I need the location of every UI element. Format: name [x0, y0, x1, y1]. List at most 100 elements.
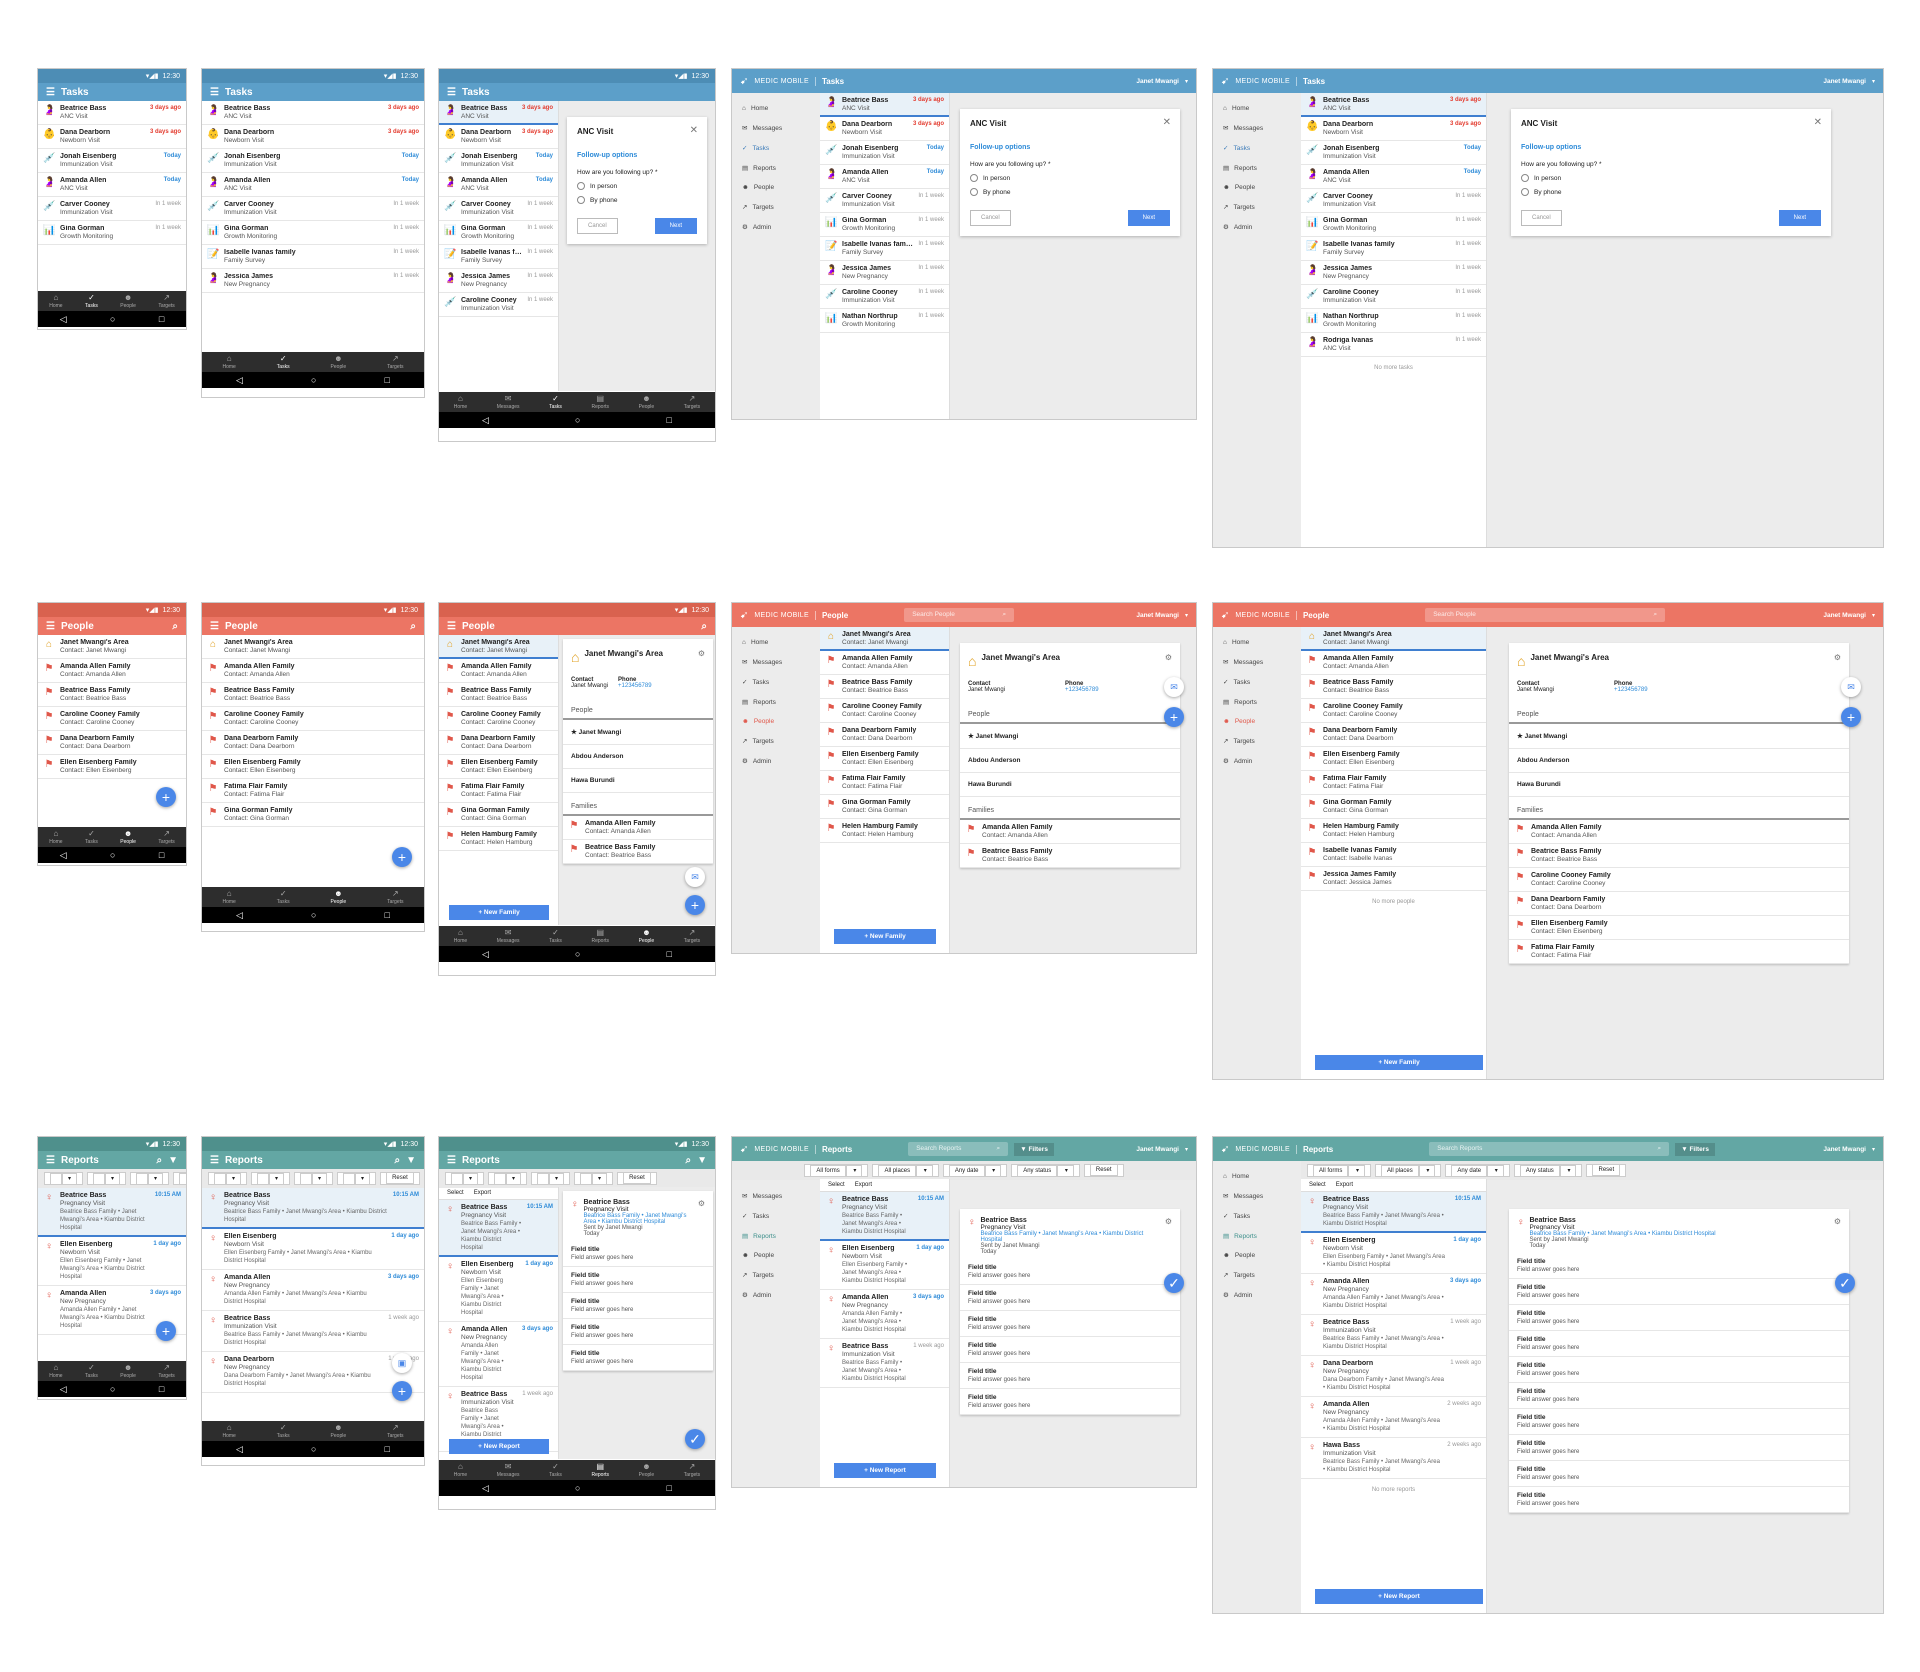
person-item[interactable]: Abdou Anderson — [563, 745, 713, 769]
filter-icon[interactable]: ▼ — [406, 1155, 416, 1166]
task-row[interactable]: 👶 Dana Dearborn Newborn Visit 3 days ago — [1301, 117, 1486, 141]
search-input[interactable]: Search Reports ⌕ — [1429, 1142, 1670, 1156]
report-row[interactable]: ♀ Beatrice Bass Pregnancy Visit Beatrice Ba… — [439, 1200, 558, 1257]
close-icon[interactable]: ✕ — [1163, 117, 1171, 128]
task-row[interactable]: 🤰 Jessica James New Pregnancy In 1 week — [820, 261, 949, 285]
recent-apps-icon[interactable]: □ — [667, 949, 672, 959]
export-button[interactable]: Export — [855, 1182, 872, 1188]
side-nav-targets[interactable]: ↗ Targets — [732, 197, 820, 217]
filter-forms[interactable]: ▾ — [208, 1172, 248, 1185]
task-row[interactable]: 💉 Carver Cooney Immunization Visit In 1 wee… — [1301, 189, 1486, 213]
nav-tab-home[interactable]: ⌂ Home — [49, 829, 62, 845]
task-row[interactable]: 🤰 Beatrice Bass ANC Visit 3 days ago — [38, 101, 186, 125]
family-row[interactable]: ⚑ Amanda Allen Family Contact: Amanda Alle… — [439, 659, 558, 683]
task-row[interactable]: 💉 Jonah Eisenberg Immunization Visit Today — [202, 149, 424, 173]
task-row[interactable]: 💉 Jonah Eisenberg Immunization Visit Today — [820, 141, 949, 165]
search-icon[interactable]: ⌕ — [1654, 611, 1658, 619]
family-row[interactable]: ⚑ Ellen Eisenberg Family Contact: Ellen Ei… — [820, 747, 949, 771]
filter-forms[interactable]: All forms ▾ — [1307, 1164, 1372, 1177]
user-menu[interactable]: Janet Mwangi — [1823, 78, 1866, 85]
family-row[interactable]: ⚑ Caroline Cooney Family Contact: Caroline… — [820, 699, 949, 723]
filter-date[interactable]: Any date ▾ — [1445, 1164, 1510, 1177]
family-row[interactable]: ⚑ Ellen Eisenberg Family Contact: Ellen Ei… — [202, 755, 424, 779]
recent-apps-icon[interactable]: □ — [667, 415, 672, 425]
side-nav-messages[interactable]: ✉ Messages — [1213, 1186, 1301, 1206]
task-row[interactable]: 💉 Caroline Cooney Immunization Visit In 1 w… — [1301, 285, 1486, 309]
task-row[interactable]: 🤰 Rodriga Ivanas ANC Visit In 1 week — [1301, 333, 1486, 357]
report-row[interactable]: ♀ Ellen Eisenberg Newborn Visit Ellen Eisen… — [38, 1237, 186, 1286]
family-row[interactable]: ⚑ Dana Dearborn Family Contact: Dana Dearb… — [820, 723, 949, 747]
family-row[interactable]: ⚑ Dana Dearborn Family Contact: Dana Dearb… — [1301, 723, 1486, 747]
nav-tab-tasks[interactable]: ✓ Tasks — [277, 889, 290, 905]
in-person-radio[interactable]: In person — [960, 168, 1180, 182]
cancel-button[interactable]: Cancel — [970, 210, 1011, 226]
filter-places[interactable]: ▾ — [87, 1172, 127, 1185]
task-row[interactable]: 📊 Gina Gorman Growth Monitoring In 1 week — [202, 221, 424, 245]
search-icon[interactable]: ⌕ — [685, 1155, 691, 1166]
side-nav-tasks[interactable]: ✓ Tasks — [1213, 138, 1301, 158]
home-circle-icon[interactable]: ○ — [575, 1483, 580, 1493]
task-row[interactable]: 👶 Dana Dearborn Newborn Visit 3 days ago — [439, 125, 558, 149]
message-icon[interactable]: ✉ — [1164, 677, 1184, 697]
search-input[interactable]: Search Reports ⌕ — [908, 1142, 1009, 1156]
new-family-button[interactable]: + New Family — [449, 905, 549, 920]
by-phone-radio[interactable]: By phone — [960, 182, 1180, 196]
task-row[interactable]: 💉 Jonah Eisenberg Immunization Visit Today — [1301, 141, 1486, 165]
family-row[interactable]: ⚑ Amanda Allen Family Contact: Amanda Alle… — [38, 659, 186, 683]
side-nav-reports[interactable]: ▤ Reports — [1213, 1226, 1301, 1246]
home-circle-icon[interactable]: ○ — [311, 910, 316, 920]
person-item[interactable]: ★ Janet Mwangi — [563, 720, 713, 745]
add-icon[interactable]: + — [685, 895, 705, 915]
side-nav-messages[interactable]: ✉ Messages — [732, 1186, 820, 1206]
gear-icon[interactable]: ⚙ — [1834, 1217, 1841, 1249]
user-menu[interactable]: Janet Mwangi — [1823, 1146, 1866, 1153]
family-row[interactable]: ⚑ Beatrice Bass Family Contact: Beatrice B… — [1301, 675, 1486, 699]
task-row[interactable]: 👶 Dana Dearborn Newborn Visit 3 days ago — [202, 125, 424, 149]
cancel-button[interactable]: Cancel — [1521, 210, 1562, 226]
search-icon[interactable]: ⌕ — [172, 621, 178, 632]
menu-icon[interactable]: ☰ — [46, 1155, 55, 1166]
home-circle-icon[interactable]: ○ — [575, 415, 580, 425]
family-row[interactable]: ⌂ Janet Mwangi's Area Contact: Janet Mwang… — [202, 635, 424, 659]
reset-button[interactable]: Reset — [1083, 1164, 1124, 1177]
filter-status[interactable]: ▾ — [173, 1172, 186, 1185]
nav-tab-home[interactable]: ⌂ Home — [454, 1462, 467, 1478]
family-row[interactable]: ⚑ Beatrice Bass Family Contact: Beatrice B… — [439, 683, 558, 707]
radio-circle[interactable] — [577, 182, 585, 190]
nav-tab-tasks[interactable]: ✓ Tasks — [549, 1462, 562, 1478]
filter-forms[interactable]: ▾ — [445, 1172, 485, 1185]
filter-places[interactable]: ▾ — [251, 1172, 291, 1185]
gear-icon[interactable]: ⚙ — [698, 1199, 705, 1237]
task-row[interactable]: 👶 Dana Dearborn Newborn Visit 3 days ago — [820, 117, 949, 141]
report-row[interactable]: ♀ Ellen Eisenberg Newborn Visit Ellen Eisen… — [820, 1241, 949, 1290]
next-button[interactable]: Next — [1778, 210, 1821, 226]
side-nav-home[interactable]: ⌂ Home — [732, 99, 820, 118]
nav-tab-people[interactable]: ☻ People — [331, 354, 347, 370]
family-row[interactable]: ⚑ Gina Gorman Family Contact: Gina Gorman — [1301, 795, 1486, 819]
back-icon[interactable]: ◁ — [60, 1384, 67, 1395]
family-row[interactable]: ⚑ Amanda Allen Family Contact: Amanda Alle… — [820, 651, 949, 675]
task-row[interactable]: 🤰 Amanda Allen ANC Visit Today — [1301, 165, 1486, 189]
nav-tab-tasks[interactable]: ✓ Tasks — [277, 1423, 290, 1439]
task-row[interactable]: 🤰 Jessica James New Pregnancy In 1 week — [1301, 261, 1486, 285]
report-row[interactable]: ♀ Beatrice Bass Pregnancy Visit Beatrice Ba… — [820, 1192, 949, 1241]
menu-icon[interactable]: ☰ — [210, 1155, 219, 1166]
family-row[interactable]: ⚑ Gina Gorman Family Contact: Gina Gorman — [820, 795, 949, 819]
reset-button[interactable]: Reset — [380, 1172, 420, 1185]
back-icon[interactable]: ◁ — [236, 910, 243, 921]
side-nav-home[interactable]: ⌂ Home — [1213, 99, 1301, 118]
family-row[interactable]: ⚑ Caroline Cooney Family Contact: Caroline… — [1509, 868, 1849, 892]
report-row[interactable]: ♀ Beatrice Bass Immunization Visit Beatrice… — [820, 1339, 949, 1388]
family-row[interactable]: ⚑ Beatrice Bass Family Contact: Beatrice B… — [202, 683, 424, 707]
nav-tab-targets[interactable]: ↗ Targets — [684, 928, 700, 944]
task-row[interactable]: 💉 Caroline Cooney Immunization Visit In 1 w… — [439, 293, 558, 317]
radio-circle[interactable] — [1521, 174, 1529, 182]
family-row[interactable]: ⚑ Helen Hamburg Family Contact: Helen Hamb… — [439, 827, 558, 851]
nav-tab-tasks[interactable]: ✓ Tasks — [85, 293, 98, 309]
search-input[interactable]: Search People ⌕ — [904, 608, 1015, 622]
nav-tab-home[interactable]: ⌂ Home — [222, 354, 235, 370]
recent-apps-icon[interactable]: □ — [385, 1444, 390, 1454]
family-row[interactable]: ⚑ Ellen Eisenberg Family Contact: Ellen Ei… — [38, 755, 186, 779]
task-row[interactable]: 📊 Gina Gorman Growth Monitoring In 1 week — [820, 213, 949, 237]
filter-date[interactable]: ▾ — [294, 1172, 334, 1185]
